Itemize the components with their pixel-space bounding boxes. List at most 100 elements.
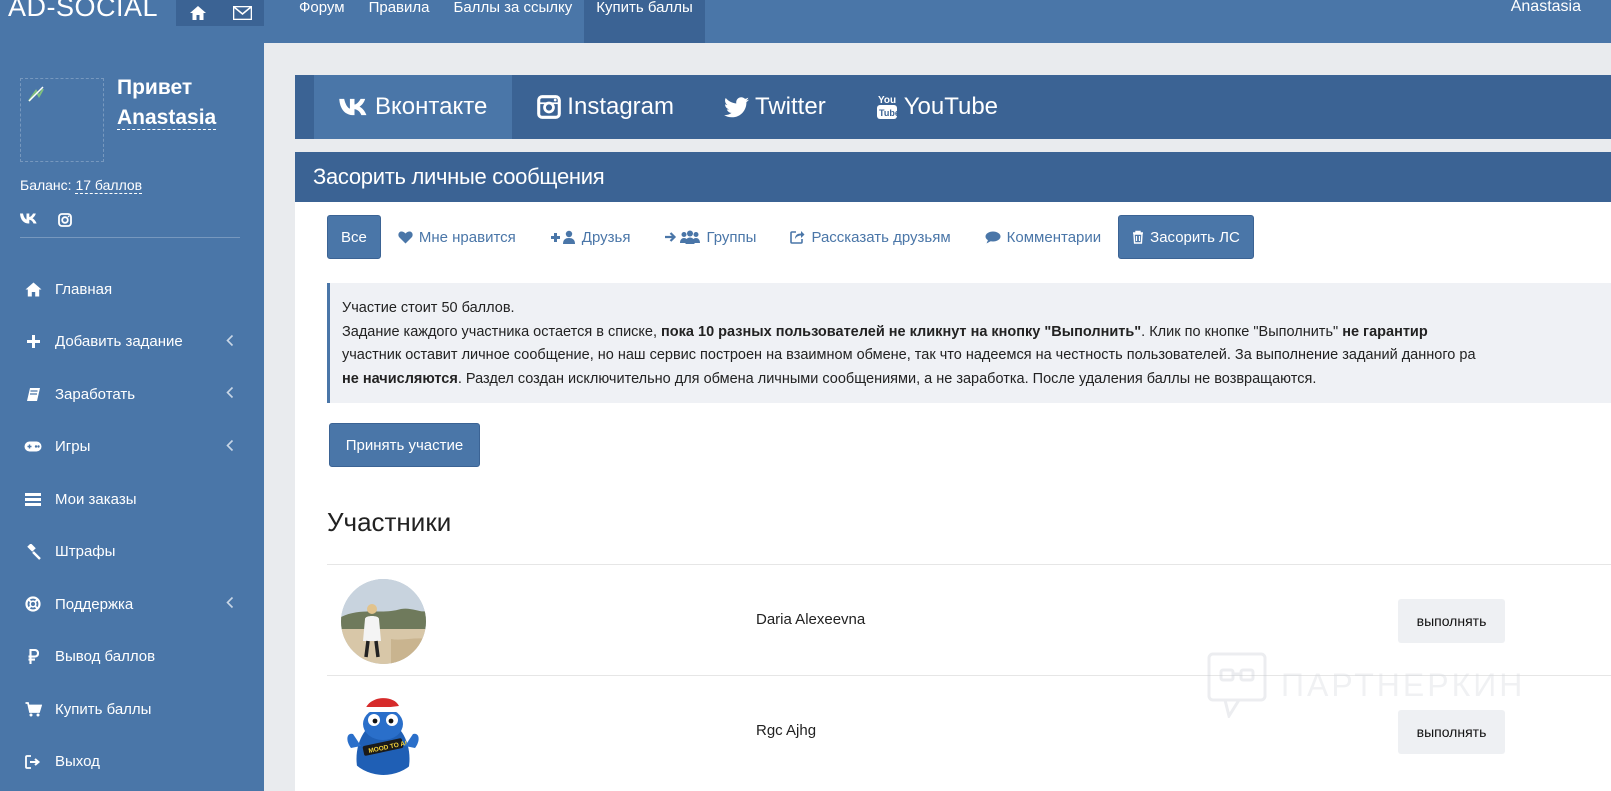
tab-vkontakte[interactable]: Вконтакте — [314, 75, 513, 139]
user-avatar[interactable] — [20, 78, 104, 162]
sidebar-item-label: Выход — [55, 753, 100, 771]
filter-share[interactable]: Рассказать друзьям — [773, 215, 967, 259]
participants-heading: Участники — [327, 507, 452, 537]
participant-name[interactable]: Daria Alexeevna — [756, 611, 865, 628]
gamepad-icon — [24, 441, 42, 452]
task-filters: Все Мне нравится Друзья Группы Рассказат… — [327, 215, 1254, 259]
topnav-buy-points[interactable]: Купить баллы — [584, 0, 705, 43]
topnav-rules[interactable]: Правила — [357, 0, 442, 43]
greeting-user-name[interactable]: Anastasia — [117, 106, 217, 130]
top-user-name[interactable]: Anastasia — [1511, 0, 1581, 16]
home-icon — [24, 282, 42, 297]
gavel-icon — [24, 543, 42, 560]
chevron-left-icon — [226, 596, 234, 613]
filter-label: Засорить ЛС — [1150, 228, 1240, 246]
sidebar-item-label: Штрафы — [55, 543, 116, 561]
sidebar-item-add-task[interactable]: Добавить задание — [0, 316, 264, 369]
tab-twitter[interactable]: Twitter — [699, 75, 851, 139]
complete-task-button[interactable]: выполнять — [1398, 599, 1505, 643]
tab-instagram[interactable]: Instagram — [512, 75, 699, 139]
youtube-icon: You Tube — [876, 95, 898, 119]
filter-comments[interactable]: Комментарии — [968, 215, 1118, 259]
balance-value[interactable]: 17 баллов — [75, 177, 143, 194]
list-icon — [24, 492, 42, 506]
sidebar-greeting: Привет Anastasia — [117, 73, 217, 133]
plus-icon — [24, 335, 42, 349]
info-notice: Участие стоит 50 баллов. Задание каждого… — [327, 283, 1611, 403]
sidebar-item-label: Купить баллы — [55, 700, 152, 718]
filter-label: Все — [341, 228, 367, 246]
users-group-icon — [665, 230, 701, 244]
greeting-text: Привет — [117, 76, 193, 99]
vk-icon[interactable] — [20, 213, 38, 231]
sidebar-item-withdraw[interactable]: Вывод баллов — [0, 631, 264, 684]
heart-icon — [398, 231, 413, 243]
sidebar-item-buy-points[interactable]: Купить баллы — [0, 683, 264, 736]
twitter-icon — [724, 96, 750, 117]
filter-label: Друзья — [581, 228, 631, 246]
filter-label: Комментарии — [1006, 228, 1102, 246]
sidebar-item-logout[interactable]: Выход — [0, 736, 264, 789]
logout-icon — [24, 754, 42, 769]
filter-label: Рассказать друзьям — [811, 228, 951, 246]
home-icon[interactable] — [176, 0, 220, 26]
sidebar-item-my-orders[interactable]: Мои заказы — [0, 473, 264, 526]
participant-avatar[interactable] — [341, 579, 426, 664]
filter-likes[interactable]: Мне нравится — [381, 215, 533, 259]
sidebar-item-games[interactable]: Игры — [0, 421, 264, 474]
ruble-icon — [24, 649, 42, 665]
notice-line-4: не начисляются. Раздел создан исключител… — [342, 368, 1599, 392]
notice-line-3: участник оставит личное сообщение, но на… — [342, 347, 1476, 363]
sidebar-item-label: Добавить задание — [55, 333, 183, 351]
sidebar-item-label: Игры — [55, 438, 91, 456]
mail-icon[interactable] — [220, 0, 264, 26]
notice-text: . Раздел создан исключительно для обмена… — [457, 370, 1317, 387]
balance-label: Баланс: — [20, 177, 72, 193]
sidebar-item-label: Мои заказы — [55, 490, 137, 508]
comment-icon — [985, 231, 1001, 243]
participant-name[interactable]: Rgc Ajhg — [756, 722, 816, 739]
notice-line-1: Участие стоит 50 баллов. — [342, 300, 515, 316]
svg-text:You: You — [878, 95, 896, 106]
book-icon — [24, 387, 42, 402]
broken-image-icon — [28, 86, 44, 102]
tab-label: Twitter — [755, 93, 826, 120]
chevron-left-icon — [226, 438, 234, 455]
cart-icon — [24, 701, 42, 717]
watermark-text: ПАРТНЕРКИН — [1281, 666, 1526, 703]
share-icon — [790, 231, 805, 244]
filter-all[interactable]: Все — [327, 215, 381, 259]
filter-friends[interactable]: Друзья — [533, 215, 648, 259]
sidebar-item-earn[interactable]: Заработать — [0, 368, 264, 421]
chevron-left-icon — [226, 386, 234, 403]
sidebar: Привет Anastasia Баланс: 17 баллов Главн… — [0, 43, 264, 791]
join-button[interactable]: Принять участие — [329, 423, 480, 467]
vk-icon — [339, 98, 367, 116]
notice-text: Задание каждого участника остается в спи… — [342, 323, 662, 340]
notice-line-2: Задание каждого участника остается в спи… — [342, 321, 1599, 345]
instagram-icon[interactable] — [58, 213, 72, 231]
notice-bold: не гарантир — [1342, 323, 1428, 340]
sidebar-menu: Главная Добавить задание Заработать Игры… — [0, 263, 264, 788]
notice-text: . Клик по кнопке "Выполнить" — [1141, 323, 1343, 340]
topnav-forum[interactable]: Форум — [287, 0, 357, 43]
tab-label: Instagram — [567, 93, 675, 120]
sidebar-social-links — [20, 213, 72, 231]
participant-avatar[interactable]: MOOD TO ALL — [341, 690, 426, 775]
sidebar-item-support[interactable]: Поддержка — [0, 578, 264, 631]
sidebar-item-home[interactable]: Главная — [0, 263, 264, 316]
sidebar-item-label: Главная — [55, 280, 113, 298]
tab-youtube[interactable]: You Tube You Tube — [851, 75, 1023, 139]
app-logo[interactable]: AD-SOCIAL — [8, 0, 158, 23]
topnav-referral-points[interactable]: Баллы за ссылку — [442, 0, 585, 43]
panel-title: Засорить личные сообщения — [295, 152, 1611, 202]
chevron-left-icon — [226, 333, 234, 350]
sidebar-divider — [20, 237, 240, 238]
sidebar-item-fines[interactable]: Штрафы — [0, 526, 264, 579]
filter-label: Группы — [706, 228, 757, 246]
svg-text:Tube: Tube — [879, 108, 898, 118]
filter-groups[interactable]: Группы — [647, 215, 773, 259]
add-user-icon — [550, 230, 575, 244]
balance: Баланс: 17 баллов — [20, 177, 143, 194]
filter-spam-pm[interactable]: Засорить ЛС — [1118, 215, 1254, 259]
